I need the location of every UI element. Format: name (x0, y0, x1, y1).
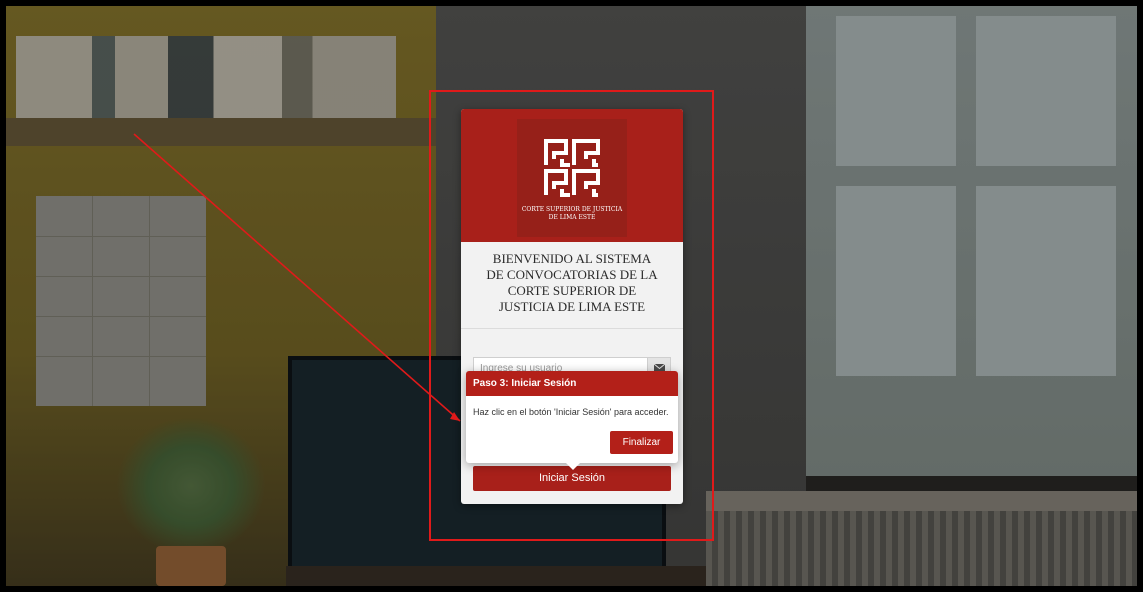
pointer-line (133, 133, 461, 422)
screenshot-frame: CORTE SUPERIOR DE JUSTICIA DE LIMA ESTE … (6, 6, 1137, 586)
